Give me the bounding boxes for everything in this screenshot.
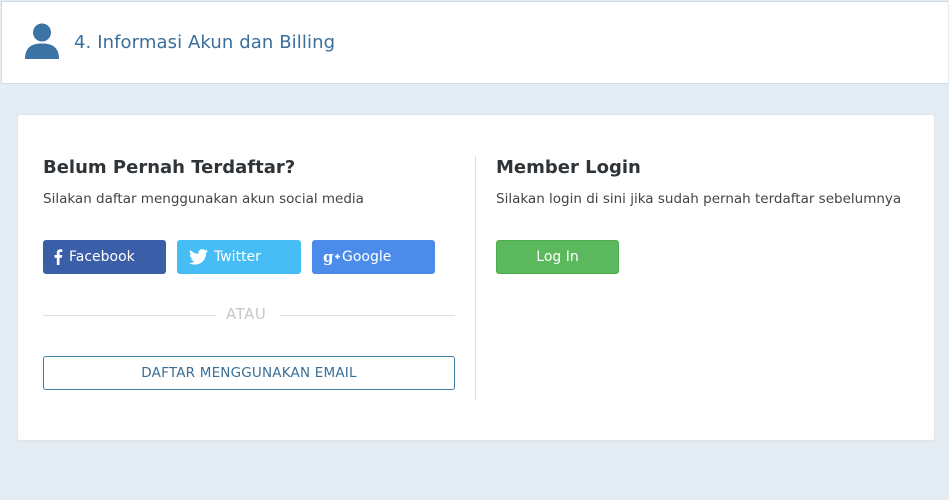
twitter-label: Twitter xyxy=(214,249,261,265)
section-header: 4. Informasi Akun dan Billing xyxy=(1,1,948,84)
or-label: ATAU xyxy=(226,305,267,323)
facebook-icon xyxy=(54,249,63,265)
twitter-icon xyxy=(189,249,208,265)
facebook-label: Facebook xyxy=(69,249,135,265)
login-subtitle: Silakan login di sini jika sudah pernah … xyxy=(496,191,902,207)
svg-text:g: g xyxy=(323,249,334,265)
login-panel: Member Login Silakan login di sini jika … xyxy=(496,115,916,440)
login-button[interactable]: Log In xyxy=(496,240,619,274)
facebook-button[interactable]: Facebook xyxy=(43,240,166,274)
google-button[interactable]: g Google xyxy=(312,240,435,274)
register-email-button[interactable]: DAFTAR MENGGUNAKAN EMAIL xyxy=(43,356,455,390)
register-heading: Belum Pernah Terdaftar? xyxy=(43,157,296,178)
google-label: Google xyxy=(342,249,392,265)
or-divider-left xyxy=(43,315,216,316)
register-subtitle: Silakan daftar menggunakan akun social m… xyxy=(43,191,364,207)
section-title: 4. Informasi Akun dan Billing xyxy=(74,32,336,53)
register-panel: Belum Pernah Terdaftar? Silakan daftar m… xyxy=(43,115,455,440)
column-divider xyxy=(475,156,476,400)
user-icon xyxy=(25,23,59,59)
twitter-button[interactable]: Twitter xyxy=(177,240,301,274)
account-card: Belum Pernah Terdaftar? Silakan daftar m… xyxy=(17,114,935,441)
or-divider-right xyxy=(280,315,455,316)
login-heading: Member Login xyxy=(496,157,641,178)
google-plus-icon: g xyxy=(323,249,340,265)
